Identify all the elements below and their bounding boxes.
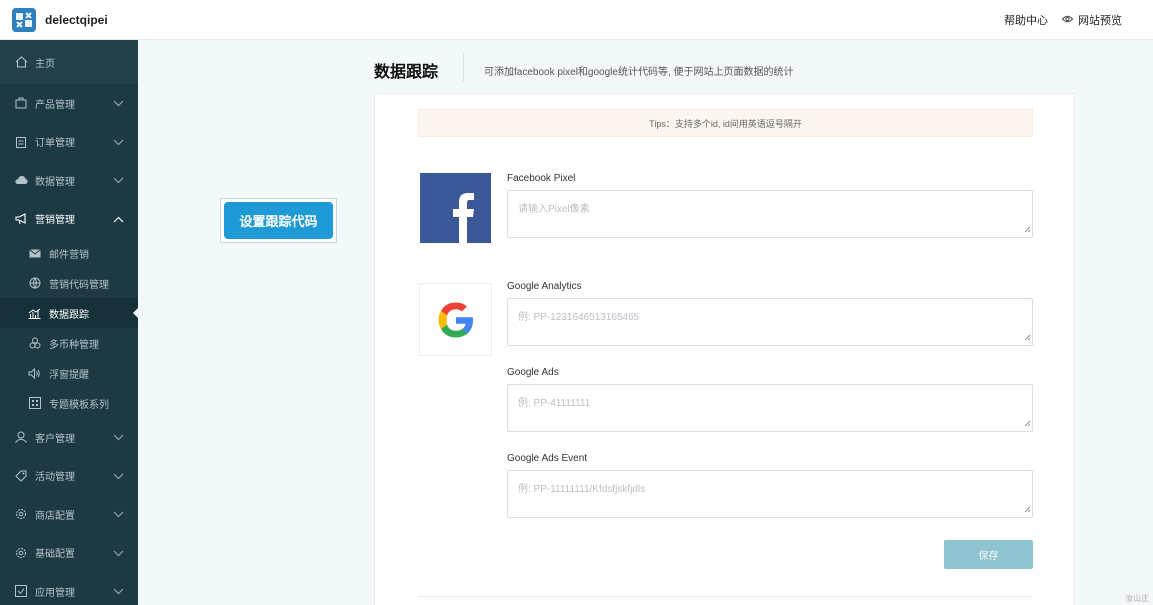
sidebar-subitem-email-marketing[interactable]: 邮件营销 — [0, 238, 138, 268]
sidebar-subitem-topic-templates[interactable]: 专题模板系列 — [0, 388, 138, 418]
sidebar-subitem-label: 多币种管理 — [49, 339, 99, 351]
sidebar-subitem-marketing-code[interactable]: 营销代码管理 — [0, 268, 138, 298]
help-center-link[interactable]: 帮助中心 — [1004, 12, 1048, 28]
chevron-down-icon — [113, 138, 124, 149]
sidebar-item-label: 主页 — [35, 58, 55, 70]
chevron-up-icon — [113, 215, 124, 226]
divider — [418, 596, 1033, 597]
tag-icon — [14, 469, 28, 483]
chevron-down-icon — [113, 587, 124, 598]
sidebar-item-basic-config[interactable]: 基础配置 — [0, 534, 138, 573]
google-analytics-placeholder: 例: PP-1231646513165465 — [518, 312, 640, 323]
sidebar: 主页 产品管理 订单管理 数据管理 营销管理 邮件营销 营销代码管理 数据跟踪 … — [0, 40, 138, 605]
mail-icon — [28, 247, 41, 260]
google-ads-event-label: Google Ads Event — [507, 453, 588, 464]
save-button[interactable]: 保存 — [944, 540, 1033, 569]
chevron-down-icon — [113, 433, 124, 444]
tracking-card: Tips：支持多个id, id间用英语逗号隔开 Facebook Pixel 请… — [374, 93, 1075, 605]
megaphone-icon — [14, 212, 28, 226]
sidebar-subitem-label: 数据跟踪 — [49, 309, 89, 321]
facebook-pixel-placeholder: 请输入Pixel像素 — [518, 204, 590, 215]
resize-grip-icon[interactable] — [1024, 225, 1031, 236]
tracking-code-callout: 设置跟踪代码 — [220, 198, 337, 243]
google-ads-event-input[interactable]: 例: PP-11111111/Kfdsfjskfjdls — [507, 470, 1033, 518]
globe-icon — [28, 277, 41, 290]
sidebar-item-label: 订单管理 — [35, 138, 75, 150]
callout-label: 设置跟踪代码 — [224, 202, 333, 239]
coins-icon — [28, 337, 41, 350]
sidebar-item-store-config[interactable]: 商店配置 — [0, 495, 138, 534]
cloud-icon — [14, 173, 28, 187]
google-ads-input[interactable]: 例: PP-41111111 — [507, 384, 1033, 432]
page-title: 数据跟踪 — [374, 64, 439, 81]
sidebar-subitem-label: 浮窗提醒 — [49, 369, 89, 381]
google-ads-placeholder: 例: PP-41111111 — [518, 398, 591, 409]
google-analytics-label: Google Analytics — [507, 281, 582, 292]
sidebar-subitem-label: 专题模板系列 — [49, 399, 109, 411]
sidebar-item-label: 客户管理 — [35, 433, 75, 445]
sidebar-item-apps[interactable]: 应用管理 — [0, 572, 138, 605]
resize-grip-icon[interactable] — [1024, 333, 1031, 344]
home-icon — [14, 55, 28, 69]
title-divider — [463, 52, 464, 82]
sidebar-item-products[interactable]: 产品管理 — [0, 84, 138, 123]
chevron-down-icon — [113, 176, 124, 187]
sidebar-subitem-multi-currency[interactable]: 多币种管理 — [0, 328, 138, 358]
user-icon — [14, 430, 28, 444]
brand-logo[interactable]: delectqipei — [12, 7, 108, 32]
facebook-pixel-label: Facebook Pixel — [507, 173, 576, 184]
help-center-label: 帮助中心 — [1004, 15, 1048, 27]
chevron-down-icon — [113, 549, 124, 560]
top-bar: delectqipei 帮助中心 网站预览 — [0, 0, 1153, 40]
sidebar-item-label: 基础配置 — [35, 549, 75, 561]
gear-icon — [14, 546, 28, 560]
sidebar-item-data[interactable]: 数据管理 — [0, 161, 138, 200]
sidebar-item-marketing[interactable]: 营销管理 — [0, 200, 138, 239]
chevron-down-icon — [113, 510, 124, 521]
speaker-icon — [28, 367, 41, 380]
google-analytics-input[interactable]: 例: PP-1231646513165465 — [507, 298, 1033, 346]
facebook-icon — [420, 173, 491, 243]
site-preview-label: 网站预览 — [1078, 15, 1122, 27]
sidebar-item-label: 应用管理 — [35, 587, 75, 599]
resize-grip-icon[interactable] — [1024, 419, 1031, 430]
brand-name: delectqipei — [45, 12, 108, 27]
google-icon — [419, 283, 492, 356]
sidebar-item-label: 营销管理 — [35, 215, 75, 227]
corner-watermark: 汝山正 — [1125, 594, 1149, 603]
shopping-bag-icon — [14, 96, 28, 110]
sidebar-item-label: 产品管理 — [35, 99, 75, 111]
eye-icon — [1061, 14, 1074, 26]
sidebar-subitem-floating-reminder[interactable]: 浮窗提醒 — [0, 358, 138, 388]
google-ads-event-placeholder: 例: PP-11111111/Kfdsfjskfjdls — [518, 484, 646, 495]
sidebar-item-label: 数据管理 — [35, 176, 75, 188]
sidebar-item-label: 商店配置 — [35, 510, 75, 522]
clipboard-icon — [14, 135, 28, 149]
chevron-down-icon — [113, 99, 124, 110]
bar-chart-icon — [28, 307, 41, 320]
sidebar-item-label: 活动管理 — [35, 472, 75, 484]
site-preview-link[interactable]: 网站预览 — [1061, 12, 1122, 28]
sidebar-subitem-label: 邮件营销 — [49, 249, 89, 261]
resize-grip-icon[interactable] — [1024, 505, 1031, 516]
sidebar-item-customers[interactable]: 客户管理 — [0, 418, 138, 457]
sidebar-subitem-label: 营销代码管理 — [49, 279, 109, 291]
sidebar-item-orders[interactable]: 订单管理 — [0, 123, 138, 162]
chevron-down-icon — [113, 472, 124, 483]
tips-banner: Tips：支持多个id, id间用英语逗号隔开 — [418, 109, 1033, 137]
page-description: 可添加facebook pixel和google统计代码等, 便于网站上页面数据… — [484, 67, 794, 78]
sidebar-item-activities[interactable]: 活动管理 — [0, 457, 138, 496]
app-icon — [14, 584, 28, 598]
template-icon — [28, 397, 41, 410]
google-ads-label: Google Ads — [507, 367, 559, 378]
sidebar-item-home[interactable]: 主页 — [0, 40, 138, 84]
facebook-pixel-input[interactable]: 请输入Pixel像素 — [507, 190, 1033, 238]
sidebar-subitem-data-tracking[interactable]: 数据跟踪 — [0, 298, 138, 328]
logo-icon — [12, 7, 36, 32]
gear-icon — [14, 507, 28, 521]
